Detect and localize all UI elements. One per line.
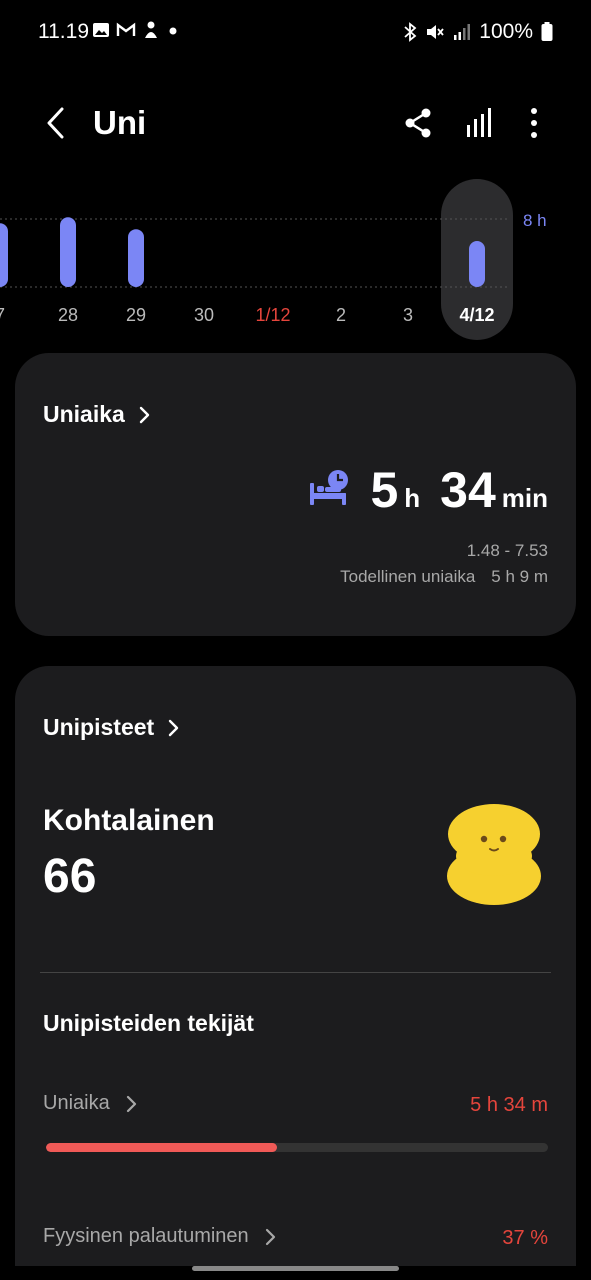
duration-minutes: 34: [440, 462, 496, 518]
x-tick-label: 2: [336, 305, 346, 325]
x-tick-label: 3: [403, 305, 413, 325]
sleep-chart[interactable]: 8 h 7 28 29 30 1/12 2 3 4/12: [0, 175, 591, 345]
battery-percent: 100%: [479, 20, 533, 43]
chart-bar: [0, 223, 8, 287]
mute-icon: [427, 25, 444, 39]
factor-label: Uniaika: [43, 1092, 110, 1114]
stats-icon[interactable]: [462, 105, 498, 141]
divider: [40, 972, 551, 973]
chevron-right-icon: [139, 406, 150, 423]
chart-bar: [469, 241, 485, 287]
page-title: Uni: [93, 104, 147, 141]
factors-title: Unipisteiden tekijät: [43, 1010, 254, 1036]
back-icon[interactable]: [40, 103, 72, 143]
sleep-chart-svg: 8 h 7 28 29 30 1/12 2 3 4/12: [0, 179, 547, 340]
factor-label: Fyysinen palautuminen: [43, 1225, 249, 1247]
duration-minutes-unit: min: [501, 483, 548, 513]
factor-physical-recovery[interactable]: Fyysinen palautuminen: [43, 1225, 279, 1248]
app-icon: [145, 21, 157, 38]
sleep-score-title[interactable]: Unipisteet: [43, 714, 182, 741]
actual-sleep-label: Todellinen uniaika: [340, 567, 476, 586]
home-indicator[interactable]: [192, 1266, 399, 1271]
dot-icon: [169, 27, 177, 35]
chevron-right-icon: [126, 1095, 136, 1112]
duration-hours: 5: [370, 462, 399, 518]
status-right: 100%: [403, 20, 553, 44]
score-value: 66: [43, 850, 97, 903]
actual-sleep-value: 5 h 9 m: [491, 567, 548, 586]
score-rating: Kohtalainen: [43, 804, 215, 837]
mascot-icon: [447, 804, 541, 905]
factor-sleep-time[interactable]: Uniaika: [43, 1092, 140, 1115]
chart-bar: [128, 229, 144, 287]
factor-value: 5 h 34 m: [470, 1094, 548, 1116]
x-tick-label: 4/12: [459, 305, 494, 325]
x-tick-label: 1/12: [255, 305, 290, 325]
goal-label: 8 h: [523, 211, 547, 230]
sleep-range: 1.48 - 7.53: [466, 541, 548, 560]
image-icon: [93, 23, 109, 37]
actual-sleep: Todellinen uniaika 5 h 9 m: [340, 567, 548, 587]
status-time: 11.19: [38, 20, 89, 43]
factor-progress-fill: [46, 1143, 277, 1152]
sleep-time-title-label: Uniaika: [43, 401, 125, 427]
chart-bar: [60, 217, 76, 287]
share-icon[interactable]: [400, 105, 436, 141]
chevron-right-icon: [168, 719, 179, 736]
x-tick-label: 30: [194, 305, 214, 325]
bed-icon: [310, 470, 348, 505]
sleep-duration: 5 h 34 min: [370, 461, 548, 519]
factor-value: 37 %: [502, 1227, 548, 1249]
chevron-right-icon: [265, 1228, 275, 1245]
sleep-score-card[interactable]: Unipisteet Kohtalainen 66 Unipisteiden t…: [15, 666, 576, 1266]
more-icon[interactable]: [516, 105, 552, 141]
sleep-score-title-label: Unipisteet: [43, 714, 155, 740]
status-bar: 11.19 100%: [0, 0, 591, 64]
signal-icon: [454, 24, 471, 40]
status-left-icons: [92, 20, 180, 40]
sleep-time-card[interactable]: Uniaika 5 h 34 min 1.48 - 7.53 Todelline…: [15, 353, 576, 636]
x-tick-label: 28: [58, 305, 78, 325]
x-tick-label: 29: [126, 305, 146, 325]
bluetooth-icon: [404, 22, 417, 42]
gmail-icon: [116, 22, 136, 36]
app-header: Uni: [0, 95, 591, 155]
sleep-time-title[interactable]: Uniaika: [43, 401, 153, 428]
duration-hours-unit: h: [404, 483, 421, 513]
factor-progress-track: [46, 1143, 548, 1152]
x-tick-label: 7: [0, 305, 5, 325]
battery-icon: [541, 22, 553, 41]
